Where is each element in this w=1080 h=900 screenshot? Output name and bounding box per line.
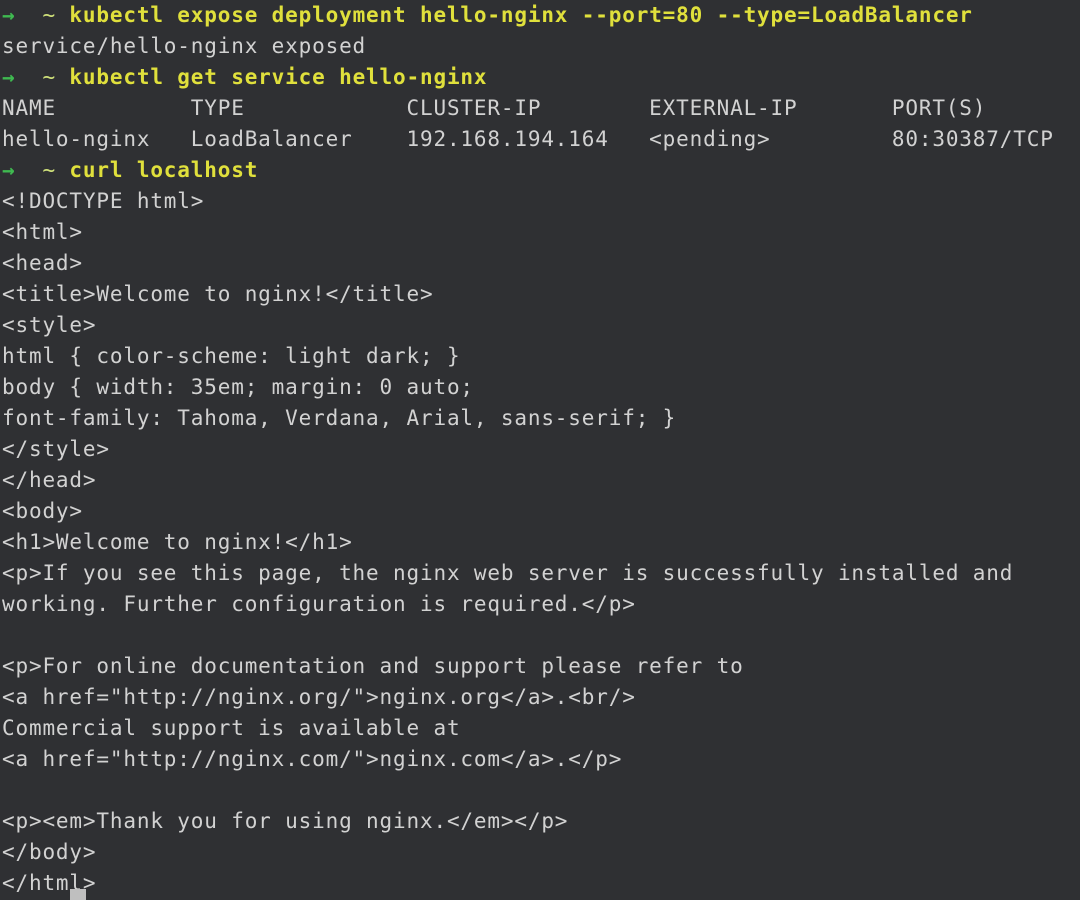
terminal-cursor xyxy=(70,889,86,900)
terminal-output-line: <a href="http://nginx.com/">nginx.com</a… xyxy=(2,744,1080,775)
terminal-output-text: <html> xyxy=(2,220,83,244)
terminal-output-text: Commercial support is available at xyxy=(2,716,461,740)
terminal-command-line: → ~ kubectl expose deployment hello-ngin… xyxy=(2,0,1080,31)
terminal-output-text: <p><em>Thank you for using nginx.</em></… xyxy=(2,809,569,833)
terminal-output-line: </body> xyxy=(2,837,1080,868)
terminal-output-line: </html> xyxy=(2,868,1080,899)
prompt-arrow-icon: → xyxy=(2,65,16,89)
terminal-output-line: <!DOCTYPE html> xyxy=(2,186,1080,217)
terminal-output-text: hello-nginx LoadBalancer 192.168.194.164… xyxy=(2,127,1080,151)
terminal-output-line: <p><em>Thank you for using nginx.</em></… xyxy=(2,806,1080,837)
terminal-output-text: <title>Welcome to nginx!</title> xyxy=(2,282,434,306)
terminal-output-line: <p>If you see this page, the nginx web s… xyxy=(2,558,1080,589)
terminal-output-line: service/hello-nginx exposed xyxy=(2,31,1080,62)
terminal-output-text: <body> xyxy=(2,499,83,523)
terminal-command-text: curl localhost xyxy=(69,158,259,182)
terminal-output-text: <style> xyxy=(2,313,97,337)
terminal-output-text: font-family: Tahoma, Verdana, Arial, san… xyxy=(2,406,677,430)
terminal-output-line: NAME TYPE CLUSTER-IP EXTERNAL-IP PORT(S)… xyxy=(2,93,1080,124)
terminal-output-line: <a href="http://nginx.org/">nginx.org</a… xyxy=(2,682,1080,713)
terminal-output-line: <p>For online documentation and support … xyxy=(2,651,1080,682)
terminal-output-line: hello-nginx LoadBalancer 192.168.194.164… xyxy=(2,124,1080,155)
terminal-window[interactable]: → ~ kubectl expose deployment hello-ngin… xyxy=(0,0,1080,900)
terminal-command-line: → ~ kubectl get service hello-nginx xyxy=(2,62,1080,93)
terminal-output-line: body { width: 35em; margin: 0 auto; xyxy=(2,372,1080,403)
prompt-path: ~ xyxy=(42,65,56,89)
terminal-output-text: </body> xyxy=(2,840,97,864)
terminal-output-line: Commercial support is available at xyxy=(2,713,1080,744)
terminal-output-line: <title>Welcome to nginx!</title> xyxy=(2,279,1080,310)
terminal-blank-line xyxy=(2,620,1080,651)
terminal-output-line: <head> xyxy=(2,248,1080,279)
terminal-output-line: <style> xyxy=(2,310,1080,341)
terminal-output-text: </head> xyxy=(2,468,97,492)
terminal-output-text: body { width: 35em; margin: 0 auto; xyxy=(2,375,474,399)
terminal-output-line: html { color-scheme: light dark; } xyxy=(2,341,1080,372)
terminal-output-line: </head> xyxy=(2,465,1080,496)
terminal-output-text: <p>If you see this page, the nginx web s… xyxy=(2,561,1014,585)
terminal-output-text: <h1>Welcome to nginx!</h1> xyxy=(2,530,353,554)
terminal-output-text xyxy=(2,778,15,802)
terminal-output-line: working. Further configuration is requir… xyxy=(2,589,1080,620)
terminal-output-line: <html> xyxy=(2,217,1080,248)
prompt-arrow-icon: → xyxy=(2,3,16,27)
terminal-output-text xyxy=(2,623,15,647)
terminal-output-line: <body> xyxy=(2,496,1080,527)
terminal-command-line: → ~ curl localhost xyxy=(2,155,1080,186)
terminal-output-line: <h1>Welcome to nginx!</h1> xyxy=(2,527,1080,558)
terminal-output-text: <head> xyxy=(2,251,83,275)
terminal-output-text: <a href="http://nginx.com/">nginx.com</a… xyxy=(2,747,623,771)
prompt-path: ~ xyxy=(42,3,56,27)
terminal-command-text: kubectl get service hello-nginx xyxy=(69,65,488,89)
terminal-output-text: html { color-scheme: light dark; } xyxy=(2,344,461,368)
terminal-output-line: font-family: Tahoma, Verdana, Arial, san… xyxy=(2,403,1080,434)
prompt-arrow-icon: → xyxy=(2,158,16,182)
terminal-output-text: <p>For online documentation and support … xyxy=(2,654,744,678)
terminal-output-text: </style> xyxy=(2,437,110,461)
terminal-output-text: working. Further configuration is requir… xyxy=(2,592,636,616)
terminal-output-text: NAME TYPE CLUSTER-IP EXTERNAL-IP PORT(S)… xyxy=(2,96,1080,120)
terminal-output-area: → ~ kubectl expose deployment hello-ngin… xyxy=(2,0,1080,899)
terminal-output-line: </style> xyxy=(2,434,1080,465)
prompt-path: ~ xyxy=(42,158,56,182)
terminal-output-text: <!DOCTYPE html> xyxy=(2,189,205,213)
terminal-output-text: service/hello-nginx exposed xyxy=(2,34,367,58)
terminal-command-text: kubectl expose deployment hello-nginx --… xyxy=(69,3,973,27)
terminal-output-text: <a href="http://nginx.org/">nginx.org</a… xyxy=(2,685,636,709)
terminal-blank-line xyxy=(2,775,1080,806)
